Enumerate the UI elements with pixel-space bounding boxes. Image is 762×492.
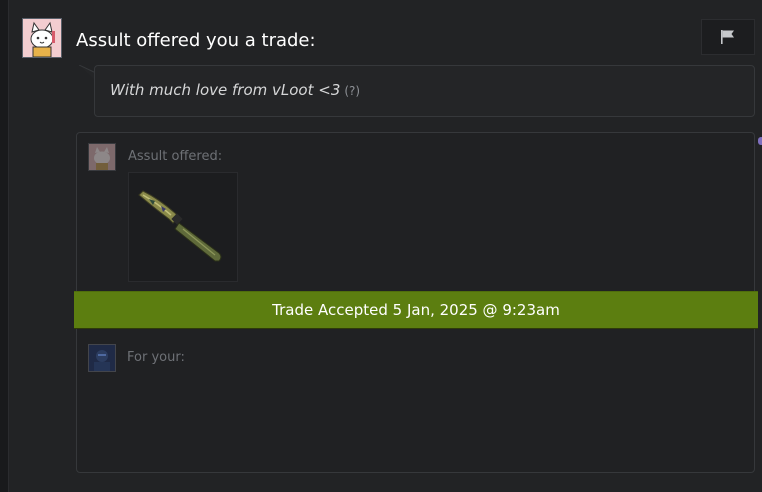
report-flag-button[interactable] — [701, 19, 755, 55]
scroll-edge-indicator — [758, 137, 762, 145]
trade-accepted-banner: Trade Accepted 5 Jan, 2025 @ 9:23am — [74, 291, 758, 329]
offered-label: Assult offered: — [128, 149, 223, 164]
left-border — [0, 0, 9, 492]
message-help-link[interactable]: (?) — [344, 84, 360, 98]
trade-offer-page: Assult offered you a trade: With much lo… — [0, 0, 762, 492]
user-avatar-small-icon — [89, 345, 115, 371]
cat-avatar-icon — [23, 19, 61, 57]
trade-accepted-text: Trade Accepted 5 Jan, 2025 @ 9:23am — [272, 301, 560, 319]
trade-message-bubble: With much love from vLoot <3 (?) — [94, 65, 755, 117]
flag-icon — [721, 30, 734, 44]
your-user-avatar — [88, 344, 116, 372]
trade-offer-title: Assult offered you a trade: — [76, 30, 316, 51]
sender-avatar[interactable] — [22, 18, 62, 58]
cat-avatar-small-icon — [89, 144, 115, 170]
knife-icon — [138, 190, 222, 262]
trade-message: With much love from vLoot <3 (?) — [110, 81, 360, 99]
trade-message-text: With much love from vLoot <3 — [110, 81, 341, 99]
offered-item-slot[interactable] — [128, 172, 238, 282]
for-your-label: For your: — [127, 350, 185, 365]
offer-user-avatar — [88, 143, 116, 171]
